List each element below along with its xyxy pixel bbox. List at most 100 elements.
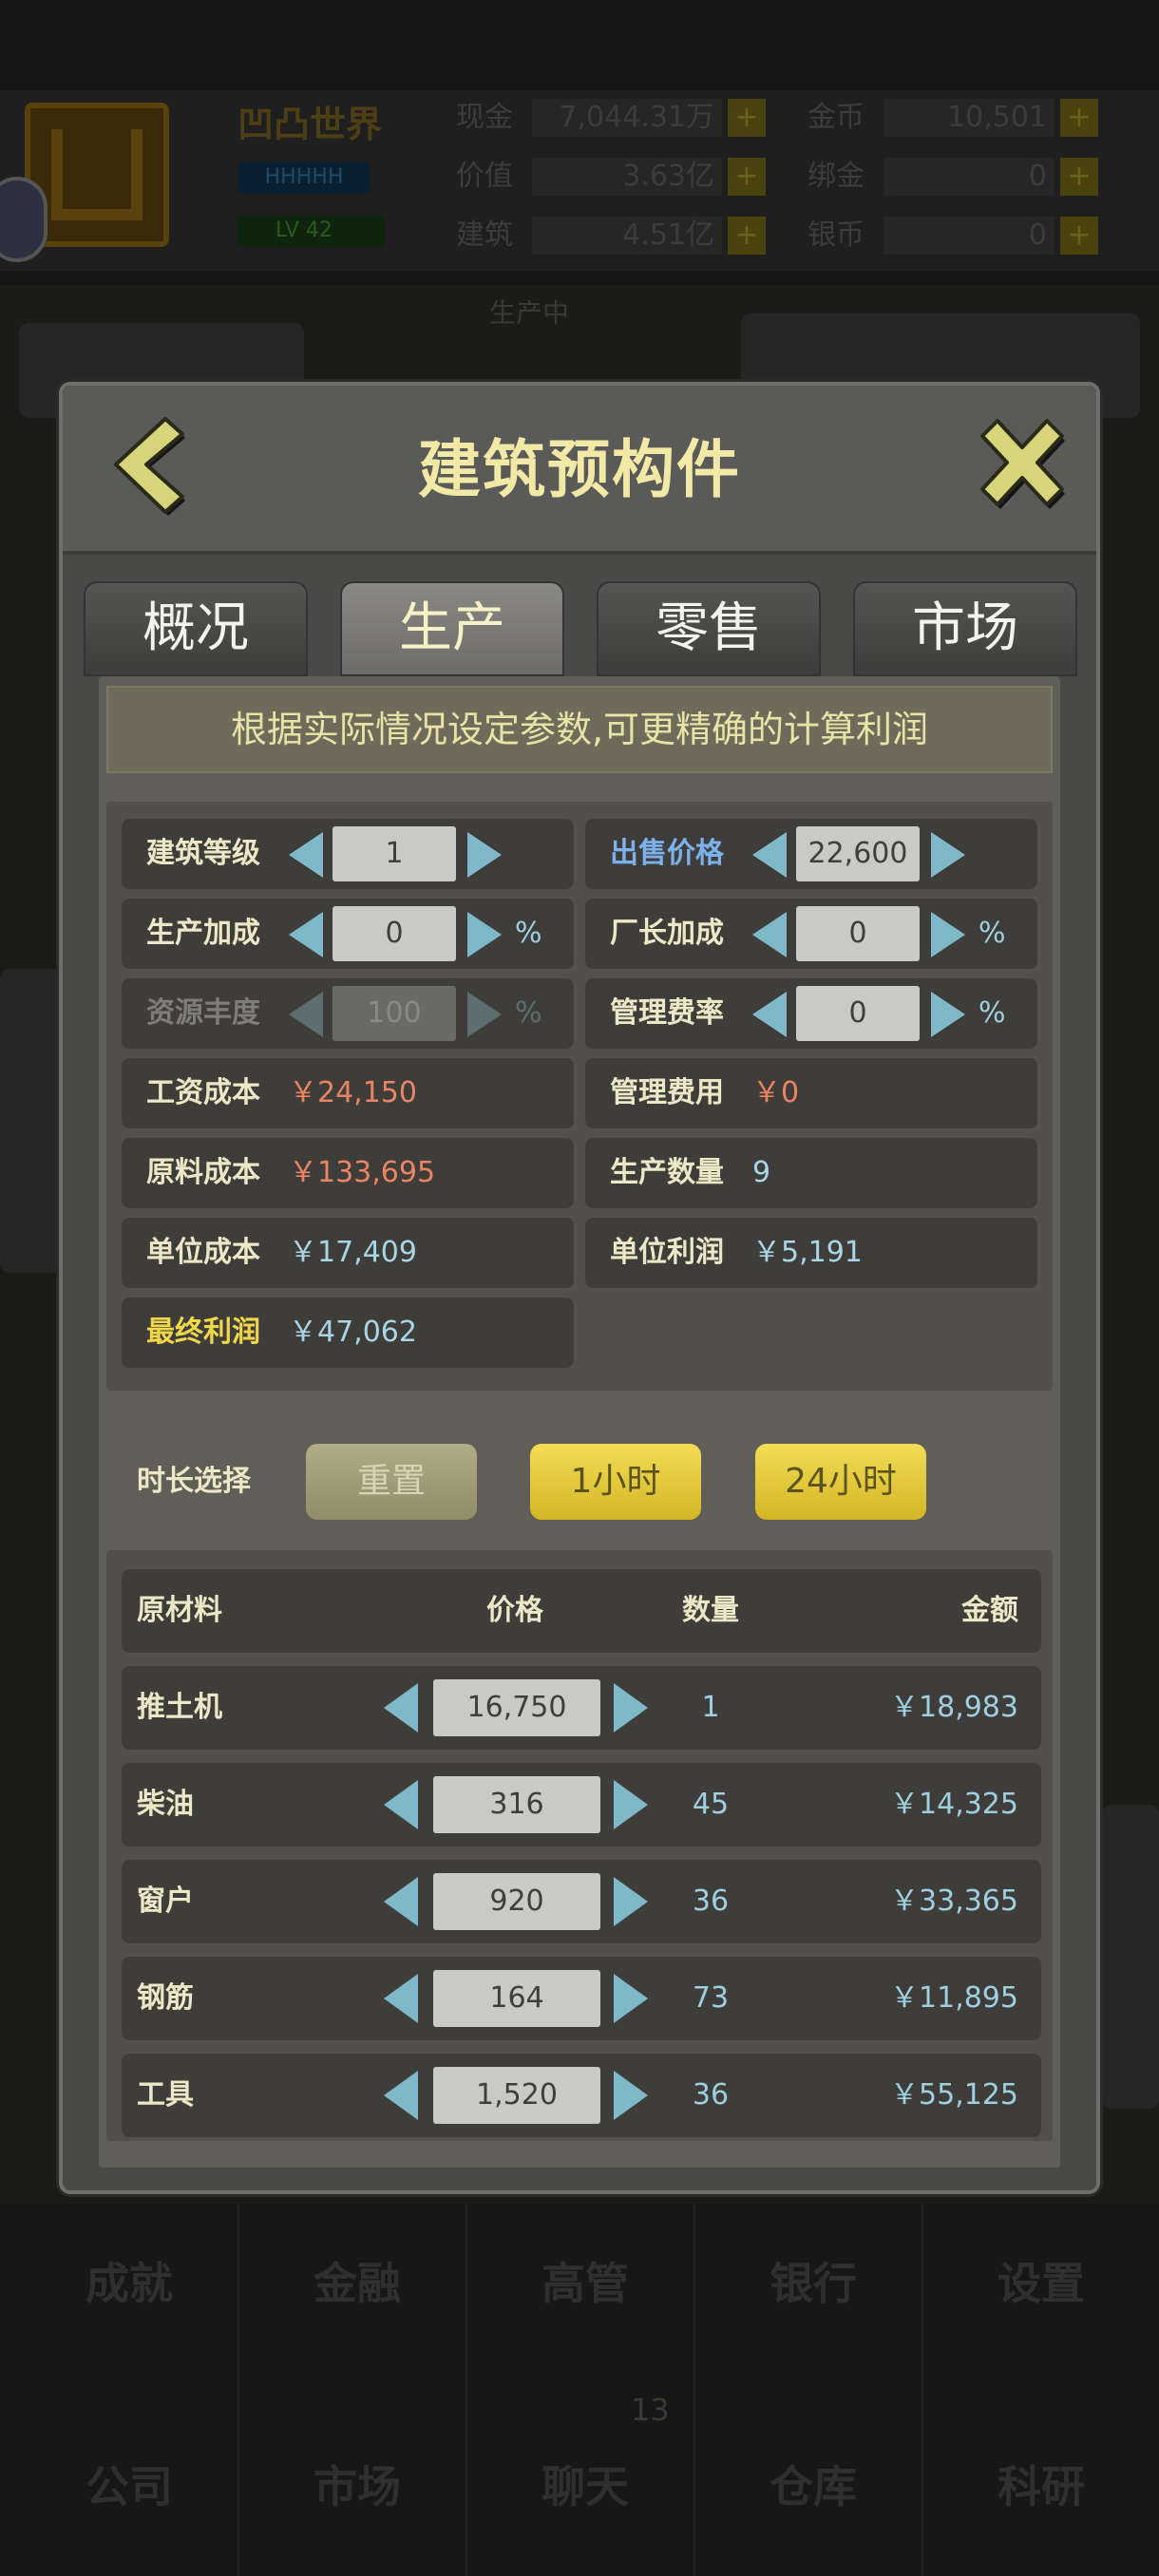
production-panel: 根据实际情况设定参数,可更精确的计算利润 建筑等级 1 出售价格 22,600 … <box>99 676 1060 2168</box>
building-level-increase-button[interactable] <box>467 832 502 878</box>
close-icon <box>980 419 1065 509</box>
back-button[interactable] <box>99 409 194 523</box>
price-decrease-button[interactable] <box>384 1780 418 1829</box>
resource-abundance-input: 100 <box>332 986 456 1041</box>
material-name: 柴油 <box>137 1788 194 1821</box>
manager-bonus-row: 厂长加成 0 % <box>585 899 1037 969</box>
price-input[interactable]: 1,520 <box>433 2067 600 2124</box>
header-price: 价格 <box>486 1594 543 1627</box>
chevron-left-icon <box>114 417 185 516</box>
price-input[interactable]: 920 <box>433 1873 600 1930</box>
tab-overview[interactable]: 概况 <box>84 581 308 676</box>
material-quantity: 36 <box>692 2078 730 2112</box>
table-row: 工具 1,520 36 ￥55,125 <box>122 2054 1041 2137</box>
final-profit-row: 最终利润 ￥47,062 <box>122 1297 574 1368</box>
management-rate-input[interactable]: 0 <box>796 986 920 1041</box>
building-level-label: 建筑等级 <box>146 837 260 870</box>
resource-abundance-increase-button <box>467 992 502 1037</box>
management-rate-increase-button[interactable] <box>931 992 965 1037</box>
sale-price-row: 出售价格 22,600 <box>585 819 1037 889</box>
price-increase-button[interactable] <box>614 1974 648 2023</box>
unit-cost-value: ￥17,409 <box>289 1236 417 1269</box>
material-quantity: 45 <box>692 1788 730 1821</box>
price-input[interactable]: 16,750 <box>433 1679 600 1736</box>
price-input[interactable]: 316 <box>433 1776 600 1833</box>
nav-executives[interactable]: 高管 <box>471 2249 699 2312</box>
notice-banner: 根据实际情况设定参数,可更精确的计算利润 <box>106 686 1053 773</box>
management-rate-decrease-button[interactable] <box>752 992 787 1037</box>
price-decrease-button[interactable] <box>384 2071 418 2120</box>
table-row: 柴油 316 45 ￥14,325 <box>122 1763 1041 1847</box>
manager-bonus-input[interactable]: 0 <box>796 906 920 961</box>
resource-abundance-row: 资源丰度 100 % <box>122 978 574 1049</box>
nav-chat[interactable]: 聊天 <box>471 2453 699 2515</box>
price-increase-button[interactable] <box>614 2071 648 2120</box>
building-level-decrease-button[interactable] <box>289 832 323 878</box>
nav-finance[interactable]: 金融 <box>243 2249 471 2312</box>
price-input[interactable]: 164 <box>433 1970 600 2027</box>
one-hour-button[interactable]: 1小时 <box>530 1444 701 1520</box>
dialog-header: 建筑预构件 <box>63 386 1096 555</box>
production-bonus-input[interactable]: 0 <box>332 906 456 961</box>
material-amount: ￥55,125 <box>890 2078 1018 2112</box>
manager-bonus-increase-button[interactable] <box>931 912 965 957</box>
material-cost-value: ￥133,695 <box>289 1156 436 1189</box>
sale-price-decrease-button[interactable] <box>752 832 787 878</box>
management-rate-row: 管理费率 0 % <box>585 978 1037 1049</box>
reset-button[interactable]: 重置 <box>306 1444 477 1520</box>
wage-cost-row: 工资成本 ￥24,150 <box>122 1058 574 1128</box>
manager-bonus-label: 厂长加成 <box>610 917 724 950</box>
building-dialog: 建筑预构件 概况 生产 零售 市场 根据实际情况设定参数,可更精确的计算利润 建… <box>59 382 1100 2194</box>
sale-price-increase-button[interactable] <box>931 832 965 878</box>
unit-profit-label: 单位利润 <box>610 1236 724 1269</box>
gold-stat: 金币 10,501 + <box>808 99 1098 137</box>
building-stat: 建筑 4.51亿 + <box>456 217 766 255</box>
unit-profit-row: 单位利润 ￥5,191 <box>585 1218 1037 1288</box>
price-decrease-button[interactable] <box>384 1683 418 1733</box>
nav-research[interactable]: 科研 <box>927 2453 1155 2515</box>
tab-production[interactable]: 生产 <box>340 581 564 676</box>
table-header: 原材料 价格 数量 金额 <box>122 1569 1041 1653</box>
production-bonus-label: 生产加成 <box>146 917 260 950</box>
production-bonus-decrease-button[interactable] <box>289 912 323 957</box>
material-quantity: 1 <box>701 1691 720 1724</box>
table-row: 钢筋 164 73 ￥11,895 <box>122 1957 1041 2040</box>
tab-retail[interactable]: 零售 <box>597 581 821 676</box>
company-badge: HHHHH <box>238 161 370 194</box>
value-stat: 价值 3.63亿 + <box>456 158 766 196</box>
management-rate-label: 管理费率 <box>610 996 724 1030</box>
close-button[interactable] <box>963 409 1081 523</box>
nav-market[interactable]: 市场 <box>243 2453 471 2515</box>
twenty-four-hour-button[interactable]: 24小时 <box>755 1444 926 1520</box>
chat-bubble-icon[interactable] <box>0 177 48 262</box>
silver-stat: 银币 0 + <box>808 217 1098 255</box>
nav-bank[interactable]: 银行 <box>699 2249 927 2312</box>
duration-label: 时长选择 <box>137 1465 251 1498</box>
add-cash-button[interactable]: + <box>728 99 766 137</box>
price-decrease-button[interactable] <box>384 1974 418 2023</box>
nav-settings[interactable]: 设置 <box>927 2249 1155 2312</box>
price-increase-button[interactable] <box>614 1780 648 1829</box>
price-increase-button[interactable] <box>614 1683 648 1733</box>
dialog-tabs: 概况 生产 零售 市场 <box>84 581 1077 676</box>
nav-achievements[interactable]: 成就 <box>15 2249 243 2312</box>
table-row: 推土机 16,750 1 ￥18,983 <box>122 1666 1041 1750</box>
tab-market[interactable]: 市场 <box>853 581 1077 676</box>
price-decrease-button[interactable] <box>384 1877 418 1926</box>
manager-bonus-decrease-button[interactable] <box>752 912 787 957</box>
building-level-input[interactable]: 1 <box>332 826 456 881</box>
final-profit-label: 最终利润 <box>146 1316 260 1349</box>
percent-unit: % <box>515 996 542 1030</box>
cash-stat: 现金 7,044.31万 + <box>456 99 766 137</box>
price-increase-button[interactable] <box>614 1877 648 1926</box>
production-bonus-increase-button[interactable] <box>467 912 502 957</box>
parameter-grid: 建筑等级 1 出售价格 22,600 生产加成 0 % 厂长加成 0 % 资源丰… <box>106 802 1053 1391</box>
bottom-navigation: 成就 金融 高管 银行 设置 13 公司 市场 聊天 仓库 科研 <box>0 2204 1159 2576</box>
production-bonus-row: 生产加成 0 % <box>122 899 574 969</box>
bound-gold-stat: 绑金 0 + <box>808 158 1098 196</box>
production-qty-value: 9 <box>752 1156 771 1189</box>
sale-price-input[interactable]: 22,600 <box>796 826 920 881</box>
nav-warehouse[interactable]: 仓库 <box>699 2453 927 2515</box>
table-row: 窗户 920 36 ￥33,365 <box>122 1860 1041 1943</box>
nav-company[interactable]: 公司 <box>15 2453 243 2515</box>
